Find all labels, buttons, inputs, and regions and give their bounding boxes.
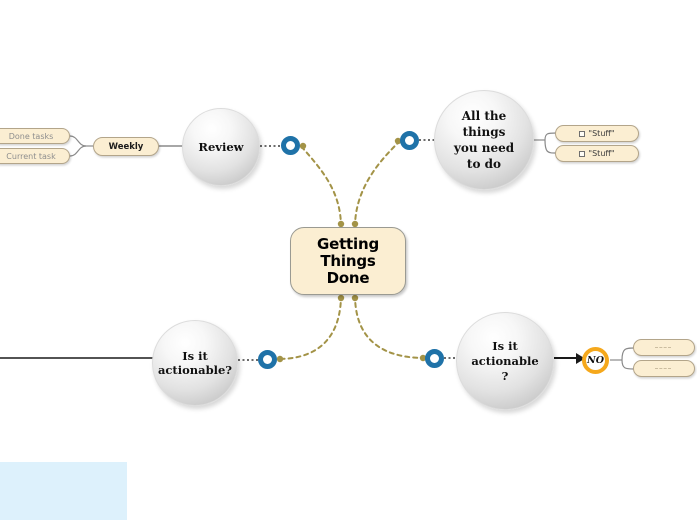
center-node-getting-things-done[interactable]: Getting Things Done (290, 227, 406, 295)
edge-done-tasks-brace (69, 135, 87, 147)
node-review[interactable]: Review (182, 108, 260, 186)
pill-current-task-label: Current task (6, 151, 56, 161)
pill-blank-2[interactable] (633, 360, 695, 377)
edge-dot-bottom-left-ring (276, 355, 284, 363)
connector-ring-bottom-right[interactable] (425, 349, 444, 368)
connector-ring-top-right[interactable] (400, 131, 419, 150)
bottom-left-blue-panel (0, 462, 127, 520)
pill-stuff-2-label: "Stuff" (588, 149, 615, 158)
edge-center-to-bottom-left (277, 294, 342, 360)
checkbox-icon[interactable] (579, 130, 586, 137)
placeholder-line-icon (654, 368, 671, 369)
center-node-label: Getting Things Done (317, 234, 379, 287)
edge-brace-to-blank-1 (621, 347, 635, 361)
edge-dot-center-lower-right (351, 294, 359, 302)
checkbox-icon[interactable] (579, 150, 586, 157)
node-all-things-label: All the things you need to do (453, 109, 515, 171)
pill-done-tasks[interactable]: Done tasks (0, 128, 70, 144)
pill-stuff-2-content: "Stuff" (579, 149, 615, 158)
pill-stuff-2[interactable]: "Stuff" (555, 145, 639, 162)
pill-stuff-1[interactable]: "Stuff" (555, 125, 639, 142)
edge-center-to-top-left (300, 145, 342, 228)
edge-current-task-brace (69, 145, 87, 157)
node-actionable-left-label: Is it actionable? (157, 349, 233, 377)
pill-weekly[interactable]: Weekly (93, 137, 159, 156)
edge-center-to-top-right (354, 140, 401, 228)
placeholder-line-icon (654, 347, 671, 348)
connector-ring-bottom-left[interactable] (258, 350, 277, 369)
edge-dot-center-lower-left (337, 294, 345, 302)
edge-dot-top-left-ring (299, 142, 307, 150)
pill-blank-2-content (654, 368, 674, 369)
decision-ring-no[interactable]: NO (582, 347, 609, 374)
pill-blank-1[interactable] (633, 339, 695, 356)
node-actionable-right-label: Is it actionable ? (471, 338, 539, 383)
pill-done-tasks-label: Done tasks (8, 131, 54, 141)
pill-weekly-label: Weekly (108, 141, 144, 152)
node-all-the-things-you-need-to-do[interactable]: All the things you need to do (434, 90, 534, 190)
node-is-it-actionable-right[interactable]: Is it actionable ? (456, 312, 554, 410)
node-is-it-actionable-left[interactable]: Is it actionable? (152, 320, 238, 406)
node-review-label: Review (198, 140, 244, 154)
pill-stuff-1-label: "Stuff" (588, 129, 615, 138)
pill-current-task[interactable]: Current task (0, 148, 70, 164)
edge-center-to-bottom-right (354, 294, 426, 359)
pill-stuff-1-content: "Stuff" (579, 129, 615, 138)
diagram-canvas: Getting Things Done Review All the thing… (0, 0, 697, 520)
pill-blank-1-content (654, 347, 674, 348)
connector-ring-top-left[interactable] (281, 136, 300, 155)
decision-ring-no-label: NO (587, 355, 604, 366)
